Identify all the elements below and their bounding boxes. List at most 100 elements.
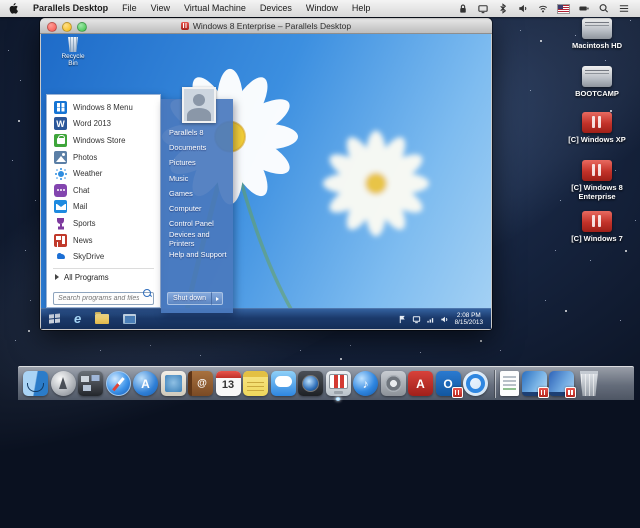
display-icon[interactable] <box>412 315 421 324</box>
start-menu-item-windows-store[interactable]: Windows Store <box>47 132 160 149</box>
menu-view[interactable]: View <box>144 0 177 17</box>
shut-down-options-arrow[interactable] <box>211 292 224 305</box>
start-menu-item-skydrive[interactable]: SkyDrive <box>47 248 160 265</box>
desktop-icon-windows-8-enterprise[interactable]: [C] Windows 8 Enterprise <box>565 160 629 201</box>
start-menu-item-weather[interactable]: Weather <box>47 165 160 182</box>
all-programs-button[interactable]: All Programs <box>47 271 160 284</box>
start-menu-item-chat[interactable]: Chat <box>47 182 160 199</box>
dock-contacts-icon[interactable]: @ <box>188 371 213 396</box>
dock-document-icon[interactable] <box>500 371 519 396</box>
menu-window[interactable]: Window <box>299 0 345 17</box>
menu-devices[interactable]: Devices <box>253 0 299 17</box>
speaker-icon[interactable] <box>440 315 449 324</box>
start-menu-item-parallels-8[interactable]: Parallels 8 <box>161 125 233 140</box>
dock-finder-icon[interactable] <box>23 371 48 396</box>
start-menu-item-devices-and-printers[interactable]: Devices and Printers <box>161 230 233 248</box>
lock-icon[interactable] <box>457 3 469 14</box>
windows-store-icon <box>54 133 67 147</box>
start-menu-item-sports[interactable]: Sports <box>47 215 160 232</box>
desktop-icon-windows-7[interactable]: [C] Windows 7 <box>565 211 629 244</box>
close-button[interactable] <box>47 22 57 32</box>
minimize-button[interactable] <box>62 22 72 32</box>
spotlight-icon[interactable] <box>598 3 610 14</box>
battery-icon[interactable] <box>578 3 590 14</box>
apple-menu[interactable] <box>0 3 26 14</box>
start-menu-item-games[interactable]: Games <box>161 186 233 201</box>
dock-trash-icon[interactable] <box>580 371 598 396</box>
window-title-bar[interactable]: Windows 8 Enterprise – Parallels Desktop <box>40 18 492 34</box>
vm-desktop[interactable]: Recycle Bin Windows 8 Menu Word 2013 Win… <box>41 34 491 329</box>
dock-windows-8-vm-window-icon[interactable] <box>521 371 549 398</box>
dock-itunes-icon[interactable]: ♪ <box>353 371 378 396</box>
start-menu-item-word-2013[interactable]: Word 2013 <box>47 116 160 133</box>
start-menu-item-windows-8-menu[interactable]: Windows 8 Menu <box>47 99 160 116</box>
dock-system-preferences-icon[interactable] <box>380 371 406 396</box>
dock-app-store-icon[interactable]: A <box>133 371 158 396</box>
start-menu-search <box>53 287 154 305</box>
volume-icon[interactable] <box>517 3 529 14</box>
zoom-button[interactable] <box>77 22 87 32</box>
bluetooth-icon[interactable] <box>497 3 509 14</box>
dock-adobe-reader-icon[interactable]: A <box>408 371 433 396</box>
start-menu-item-documents[interactable]: Documents <box>161 140 233 155</box>
wifi-icon[interactable] <box>537 3 549 14</box>
start-menu-item-computer[interactable]: Computer <box>161 201 233 216</box>
taskbar-clock[interactable]: 2:08 PM 8/15/2013 <box>455 312 483 327</box>
start-menu-search-input[interactable] <box>53 291 154 305</box>
start-menu-item-music[interactable]: Music <box>161 171 233 186</box>
menu-item-label: Windows 8 Menu <box>73 102 133 112</box>
dock-outlook-icon[interactable]: O <box>435 371 463 398</box>
displays-icon[interactable] <box>477 3 489 14</box>
itunes-note-glyph: ♪ <box>362 376 369 391</box>
menu-file[interactable]: File <box>115 0 144 17</box>
window-title: Windows 8 Enterprise – Parallels Desktop <box>180 21 351 31</box>
dock-notes-icon[interactable] <box>243 371 268 396</box>
recycle-bin[interactable]: Recycle Bin <box>56 37 90 67</box>
dock-safari-icon[interactable] <box>105 371 131 396</box>
network-icon[interactable] <box>426 315 435 324</box>
mac-hard-drive-icon <box>582 18 612 39</box>
system-tray <box>398 315 449 324</box>
desktop-icon-bootcamp[interactable]: BOOTCAMP <box>565 66 629 99</box>
desktop-icon-macintosh-hd[interactable]: Macintosh HD <box>565 18 629 51</box>
dock-photo-booth-icon[interactable] <box>298 371 323 396</box>
start-menu-item-news[interactable]: News <box>47 232 160 249</box>
recycle-bin-label: Recycle Bin <box>61 53 85 67</box>
menu-help[interactable]: Help <box>345 0 378 17</box>
user-avatar[interactable] <box>182 87 216 123</box>
parallels-vm-icon <box>180 21 189 30</box>
dock-quicktime-icon[interactable] <box>463 371 488 396</box>
menu-item-label: SkyDrive <box>73 252 105 262</box>
start-menu-item-help-and-support[interactable]: Help and Support <box>161 247 233 262</box>
start-menu-item-photos[interactable]: Photos <box>47 149 160 166</box>
start-button[interactable] <box>49 313 61 324</box>
shut-down-button[interactable]: Shut down <box>167 292 212 305</box>
all-programs-label: All Programs <box>64 272 109 282</box>
menu-item-label: Sports <box>73 218 96 228</box>
dock-mission-control-icon[interactable] <box>78 371 103 396</box>
start-menu-item-mail[interactable]: Mail <box>47 199 160 216</box>
clock-date: 8/15/2013 <box>454 319 483 326</box>
internet-explorer-icon[interactable]: e <box>74 310 81 328</box>
dock-parallels-desktop-icon[interactable] <box>325 371 351 401</box>
photos-icon <box>54 150 67 164</box>
menu-item-label: Chat <box>73 185 90 195</box>
news-icon <box>54 233 67 247</box>
shared-apps-icon[interactable] <box>123 314 137 324</box>
mac-hard-drive-icon <box>582 66 612 87</box>
start-menu-item-pictures[interactable]: Pictures <box>161 155 233 170</box>
dock-messages-icon[interactable] <box>270 371 296 396</box>
file-explorer-icon[interactable] <box>95 312 110 324</box>
dock-calendar-icon[interactable]: 13 <box>215 371 241 396</box>
dock: A @ 13 ♪ A O <box>18 366 634 401</box>
adobe-a-glyph: A <box>416 376 425 391</box>
notification-center-icon[interactable] <box>618 3 630 14</box>
action-center-flag-icon[interactable] <box>398 315 407 324</box>
menu-virtual-machine[interactable]: Virtual Machine <box>177 0 253 17</box>
dock-windows-7-vm-window-icon[interactable] <box>549 371 576 398</box>
dock-mail-icon[interactable] <box>160 371 186 396</box>
input-language-us-flag-icon[interactable] <box>557 3 570 14</box>
menu-parallels-desktop[interactable]: Parallels Desktop <box>26 0 115 17</box>
dock-launchpad-icon[interactable] <box>50 371 76 396</box>
desktop-icon-windows-xp[interactable]: [C] Windows XP <box>565 112 629 145</box>
